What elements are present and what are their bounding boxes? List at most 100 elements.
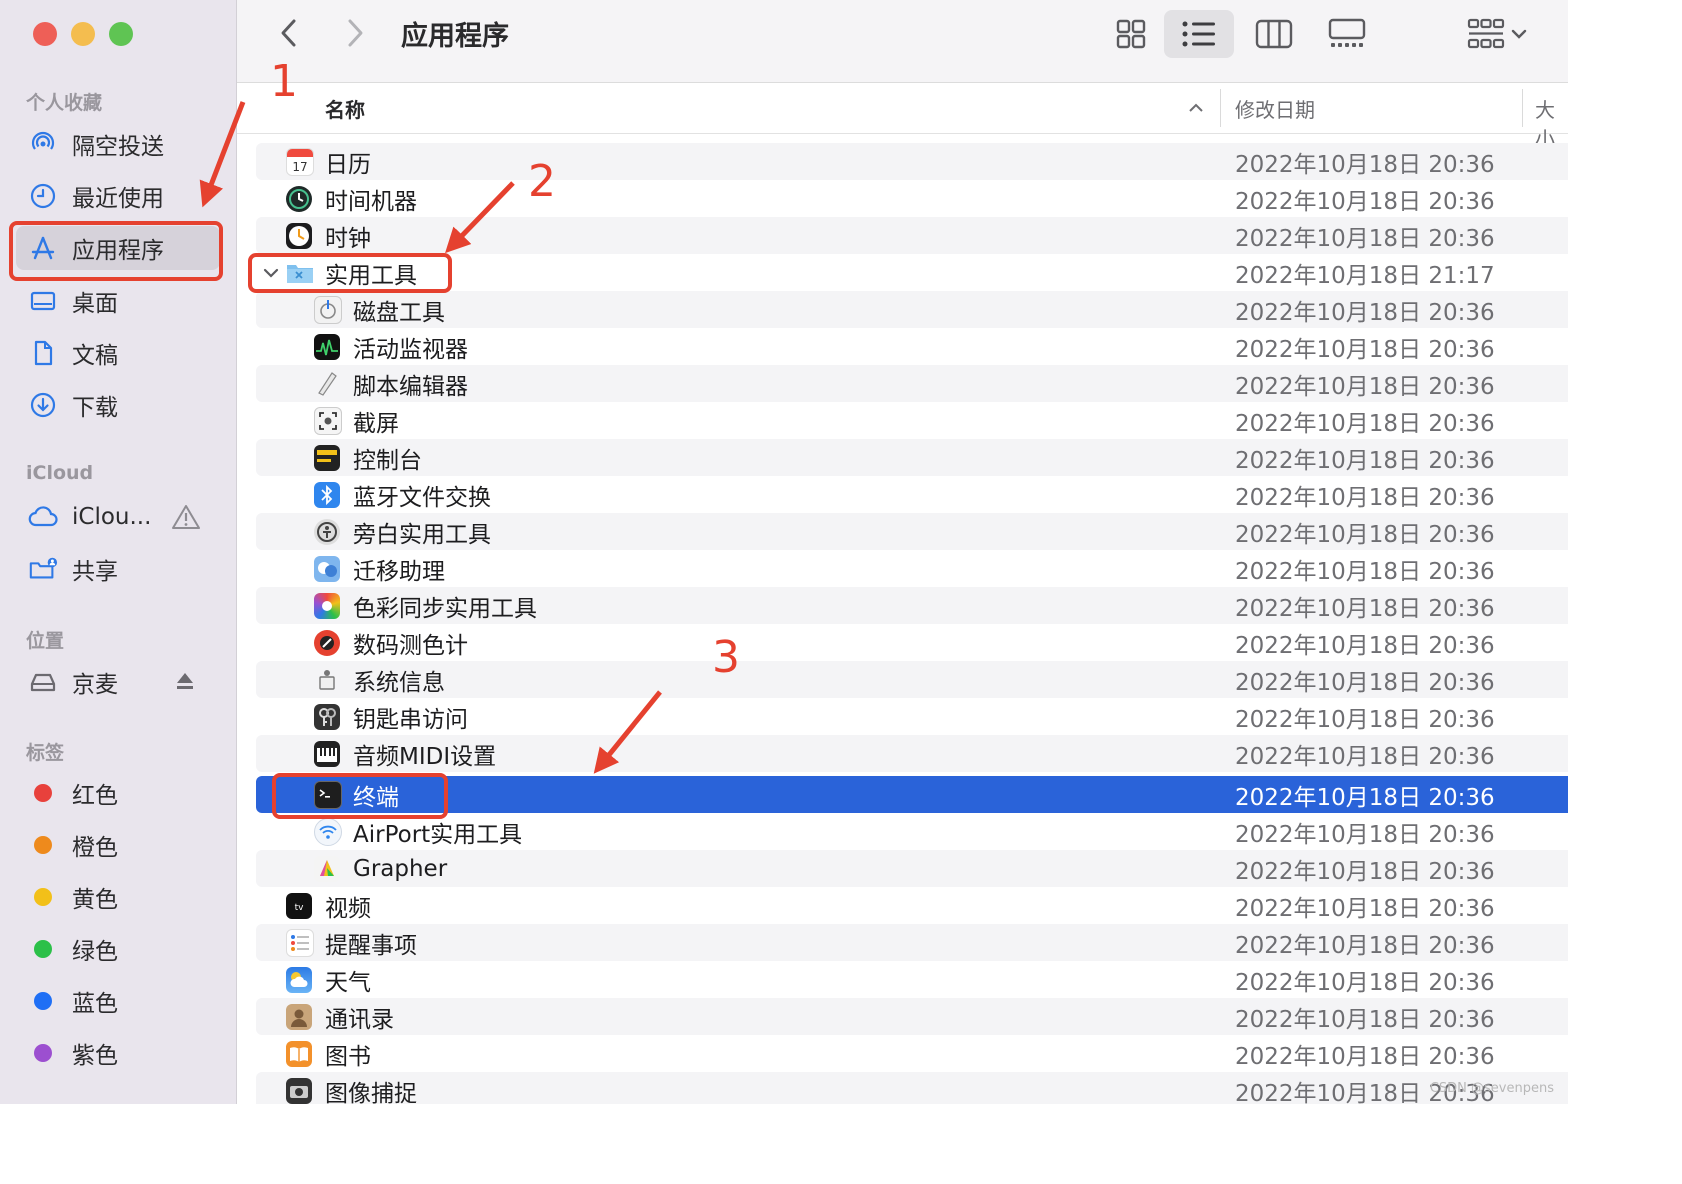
eject-icon[interactable] (174, 670, 196, 698)
list-item[interactable]: 系统信息 2022年10月18日 20:36 (256, 661, 1568, 698)
list-item[interactable]: 时钟 2022年10月18日 20:36 (256, 217, 1568, 254)
green-tag-icon (28, 934, 58, 964)
sidebar-item-label: 共享 (72, 559, 118, 585)
modified-date: 2022年10月18日 21:17 (1235, 262, 1495, 289)
list-item[interactable]: 数码测色计 2022年10月18日 20:36 (256, 624, 1568, 661)
bluetooth-icon (314, 481, 340, 508)
chevron-right-icon (348, 19, 363, 47)
yellow-tag-icon (28, 882, 58, 912)
file-name: 通讯录 (325, 1006, 394, 1033)
list-item[interactable]: 磁盘工具 2022年10月18日 20:36 (256, 291, 1568, 328)
file-name: 图书 (325, 1043, 371, 1070)
annotation-box-applications (9, 221, 223, 281)
file-name: 控制台 (353, 447, 422, 474)
list-item-folder[interactable]: 实用工具 2022年10月18日 21:17 (256, 254, 1568, 291)
list-item[interactable]: 图书 2022年10月18日 20:36 (256, 1035, 1568, 1072)
modified-column-header[interactable]: 修改日期 (1235, 94, 1315, 123)
minimize-window-button[interactable] (71, 22, 95, 46)
annotation-number: 2 (528, 156, 556, 207)
system-info-icon (314, 667, 340, 693)
migration-icon (314, 555, 340, 582)
list-item[interactable]: AirPort实用工具 2022年10月18日 20:36 (256, 813, 1568, 850)
file-name: 音频MIDI设置 (353, 743, 497, 770)
modified-date: 2022年10月18日 20:36 (1235, 858, 1495, 885)
red-tag-icon (28, 778, 58, 808)
modified-date: 2022年10月18日 20:36 (1235, 895, 1495, 922)
column-divider[interactable] (1522, 89, 1523, 127)
sidebar-item-label: 最近使用 (72, 186, 164, 212)
chevron-down-icon (1511, 29, 1527, 39)
list-item[interactable]: 提醒事项 2022年10月18日 20:36 (256, 924, 1568, 961)
sidebar-tag-blue[interactable]: 蓝色 (16, 979, 220, 1023)
list-item[interactable]: 色彩同步实用工具 2022年10月18日 20:36 (256, 587, 1568, 624)
sidebar: 个人收藏 隔空投送 最近使用 应用程序 桌面 文稿 下载 iCloud iClo… (0, 0, 237, 1104)
list-item[interactable]: tv 视频 2022年10月18日 20:36 (256, 887, 1568, 924)
modified-date: 2022年10月18日 20:36 (1235, 410, 1495, 437)
tags-section-title: 标签 (26, 742, 65, 764)
sidebar-item-desktop[interactable]: 桌面 (16, 279, 220, 323)
warning-icon[interactable] (171, 503, 201, 537)
file-name: 蓝牙文件交换 (353, 484, 491, 511)
gallery-view-button[interactable] (1314, 10, 1380, 58)
sidebar-item-label: 下载 (72, 395, 118, 421)
voiceover-icon (314, 518, 340, 545)
list-item[interactable]: 迁移助理 2022年10月18日 20:36 (256, 550, 1568, 587)
window-controls (33, 22, 133, 46)
list-item[interactable]: 通讯录 2022年10月18日 20:36 (256, 998, 1568, 1035)
icon-view-button[interactable] (1102, 10, 1160, 58)
list-item[interactable]: 脚本编辑器 2022年10月18日 20:36 (256, 365, 1568, 402)
shared-folder-icon (28, 554, 58, 584)
sidebar-item-label: 桌面 (72, 291, 118, 317)
column-view-button[interactable] (1245, 10, 1303, 58)
modified-date: 2022年10月18日 20:36 (1235, 336, 1495, 363)
list-view-button[interactable] (1164, 10, 1234, 58)
list-item[interactable]: 图像捕捉 2022年10月18日 20:36 (256, 1072, 1568, 1104)
file-name: 数码测色计 (353, 632, 468, 659)
sidebar-tag-orange[interactable]: 橙色 (16, 823, 220, 867)
modified-date: 2022年10月18日 20:36 (1235, 1043, 1495, 1070)
sidebar-item-shared[interactable]: 共享 (16, 547, 220, 591)
sort-ascending-icon[interactable] (1188, 103, 1204, 113)
list-item[interactable]: Grapher 2022年10月18日 20:36 (256, 850, 1568, 887)
file-name: 提醒事项 (325, 932, 417, 959)
column-divider[interactable] (1220, 89, 1221, 127)
list-item[interactable]: 时间机器 2022年10月18日 20:36 (256, 180, 1568, 217)
list-item[interactable]: 音频MIDI设置 2022年10月18日 20:36 (256, 735, 1568, 772)
list-item[interactable]: 天气 2022年10月18日 20:36 (256, 961, 1568, 998)
sidebar-tag-red[interactable]: 红色 (16, 771, 220, 815)
sidebar-item-airdrop[interactable]: 隔空投送 (16, 122, 220, 166)
list-item[interactable]: 活动监视器 2022年10月18日 20:36 (256, 328, 1568, 365)
sidebar-item-recents[interactable]: 最近使用 (16, 174, 220, 218)
sidebar-tag-green[interactable]: 绿色 (16, 927, 220, 971)
list-item[interactable]: 截屏 2022年10月18日 20:36 (256, 402, 1568, 439)
sidebar-item-label: 紫色 (72, 1043, 118, 1069)
books-icon (286, 1040, 312, 1067)
close-window-button[interactable] (33, 22, 57, 46)
list-item[interactable]: 钥匙串访问 2022年10月18日 20:36 (256, 698, 1568, 735)
file-name: 截屏 (353, 410, 399, 437)
file-name: 旁白实用工具 (353, 521, 491, 548)
name-column-header[interactable]: 名称 (325, 94, 365, 123)
sidebar-item-label: 蓝色 (72, 991, 118, 1017)
list-item[interactable]: 旁白实用工具 2022年10月18日 20:36 (256, 513, 1568, 550)
back-button[interactable] (273, 16, 305, 50)
forward-button[interactable] (339, 16, 371, 50)
list-item[interactable]: 蓝牙文件交换 2022年10月18日 20:36 (256, 476, 1568, 513)
image-capture-icon (286, 1077, 312, 1104)
list-item[interactable]: 17 日历 2022年10月18日 20:36 (256, 143, 1568, 180)
zoom-window-button[interactable] (109, 22, 133, 46)
annotation-box-terminal (272, 773, 448, 819)
modified-date: 2022年10月18日 20:36 (1235, 706, 1495, 733)
modified-date: 2022年10月18日 20:36 (1235, 932, 1495, 959)
list-item-selected[interactable]: 终端 2022年10月18日 20:36 (256, 776, 1568, 813)
sidebar-item-icloud-drive[interactable]: iClou... (16, 495, 220, 539)
annotation-number: 3 (712, 632, 740, 683)
group-by-button[interactable] (1455, 10, 1539, 58)
sidebar-item-downloads[interactable]: 下载 (16, 383, 220, 427)
sidebar-tag-purple[interactable]: 紫色 (16, 1031, 220, 1075)
list-item[interactable]: 控制台 2022年10月18日 20:36 (256, 439, 1568, 476)
file-name: AirPort实用工具 (353, 821, 523, 848)
sidebar-tag-yellow[interactable]: 黄色 (16, 875, 220, 919)
sidebar-item-disk[interactable]: 京麦 (16, 660, 220, 704)
sidebar-item-documents[interactable]: 文稿 (16, 331, 220, 375)
